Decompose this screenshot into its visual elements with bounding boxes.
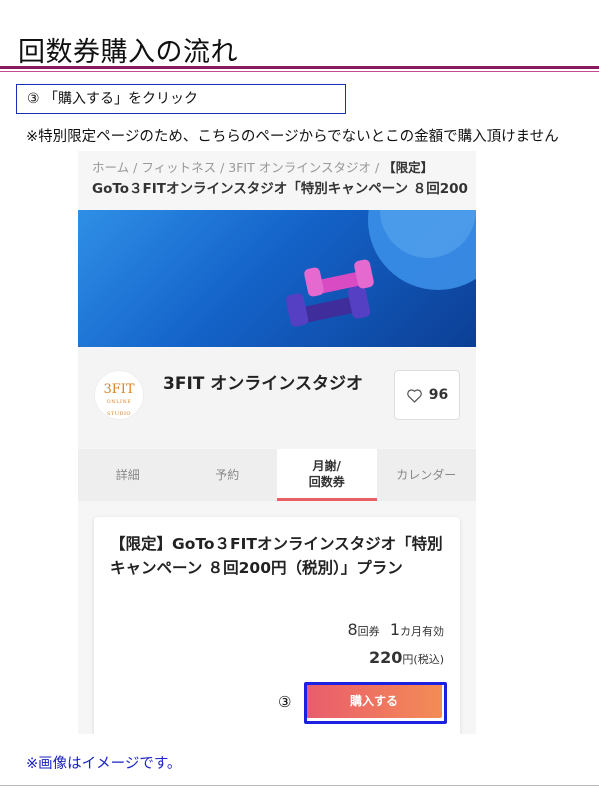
note-bottom: ※画像はイメージです。 [26, 756, 182, 772]
tab-calendar[interactable]: カレンダー [377, 449, 477, 501]
title-divider [0, 66, 599, 69]
title-divider-thin [0, 71, 599, 72]
breadcrumb-fitness[interactable]: フィットネス [141, 160, 216, 175]
plan-title: 【限定】GoTo３FITオンラインスタジオ「特別キャンペーン ８回200円（税別… [110, 535, 443, 577]
tab-reservation[interactable]: 予約 [178, 449, 278, 501]
breadcrumb-home[interactable]: ホーム [92, 160, 129, 175]
tab-bar: 詳細 予約 月謝/ 回数券 カレンダー [78, 449, 476, 501]
heart-icon [406, 388, 422, 403]
buy-button-highlight [304, 682, 447, 724]
app-screenshot: ホーム / フィットネス / 3FIT オンラインスタジオ / 【限定】 GoT… [78, 151, 476, 734]
breadcrumb-limited: 【限定】 [383, 160, 434, 175]
shop-logo: 3FIT ONLINE STUDIO [94, 370, 144, 420]
step-instruction: ③ 「購入する」をクリック [16, 84, 346, 114]
page-heading: GoTo３FITオンラインスタジオ「特別キャンペーン ８回200 [92, 181, 468, 197]
tab-details[interactable]: 詳細 [78, 449, 178, 501]
shop-header: 3FIT ONLINE STUDIO 3FIT オンラインスタジオ 96 [78, 348, 476, 448]
slide-title: 回数券購入の流れ [18, 37, 238, 68]
plan-price: 220円(税込) [369, 648, 444, 667]
bottom-divider [0, 785, 599, 786]
shop-name[interactable]: 3FIT オンラインスタジオ [163, 373, 363, 396]
step-marker: ③ [278, 693, 292, 711]
breadcrumb-studio[interactable]: 3FIT オンラインスタジオ [228, 160, 371, 175]
tab-monthly-tickets[interactable]: 月謝/ 回数券 [277, 449, 377, 501]
favorite-count: 96 [428, 387, 449, 403]
hero-image-dumbbells [78, 210, 476, 347]
note-top: ※特別限定ページのため、こちらのページからでないとこの金額で購入頂けません [26, 129, 559, 145]
breadcrumb: ホーム / フィットネス / 3FIT オンラインスタジオ / 【限定】 [92, 160, 434, 175]
favorite-button[interactable]: 96 [394, 370, 460, 420]
plan-terms: 8回券 1カ月有効 [347, 620, 444, 639]
